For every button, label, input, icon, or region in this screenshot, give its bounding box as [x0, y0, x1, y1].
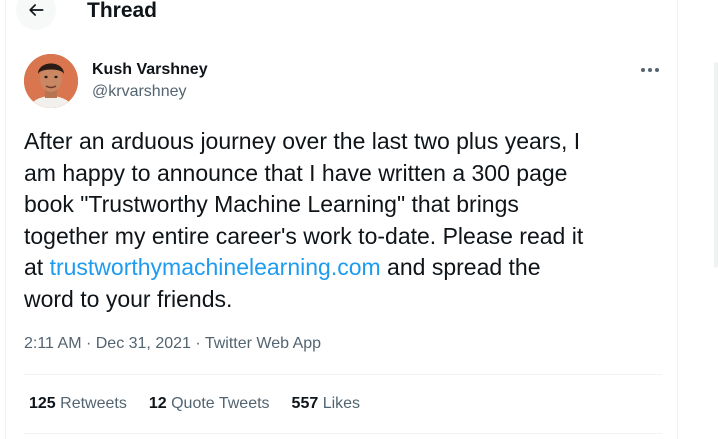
author-name[interactable]: Kush Varshney [92, 60, 208, 80]
tweet-time[interactable]: 2:11 AM [24, 335, 82, 352]
tweet-source[interactable]: Twitter Web App [205, 335, 321, 352]
separator-dot: · [190, 335, 205, 352]
back-button[interactable] [16, 0, 56, 30]
arrow-left-icon [26, 0, 46, 20]
tweet-text-fragment: at [24, 254, 50, 281]
likes-count: 557 [291, 395, 319, 412]
quote-tweets-count: 12 [148, 395, 167, 412]
tweet-text-line: After an arduous journey over the last t… [24, 128, 581, 154]
author-handle[interactable]: @krvarshney [92, 82, 187, 102]
tweet-text-line: word to your friends. [24, 285, 233, 312]
separator-dot: · [81, 335, 96, 352]
divider [24, 433, 662, 434]
quote-tweets-stat[interactable]: 12 Quote Tweets [149, 394, 270, 414]
more-horizontal-icon [640, 60, 660, 78]
tweet-text-line: am happy to announce that I have written… [24, 159, 568, 186]
page-title: Thread [87, 0, 158, 22]
tweet-date[interactable]: Dec 31, 2021 [96, 335, 191, 352]
retweets-stat[interactable]: 125 Retweets [29, 394, 127, 414]
retweets-count: 125 [29, 395, 56, 412]
tweet-text-line-with-link: at trustworthymachinelearning.com and sp… [24, 252, 674, 284]
tweet-metadata: 2:11 AM · Dec 31, 2021 · Twitter Web App [24, 334, 321, 354]
scrollbar[interactable] [714, 62, 718, 268]
tweet-text-line: book "Trustworthy Machine Learning" that… [24, 191, 519, 218]
likes-stat[interactable]: 557 Likes [292, 394, 361, 414]
main-column: Thread Kush Varshney @krvarshney After a… [5, 0, 678, 439]
tweet-text-fragment: and spread the [380, 254, 541, 281]
tweet-text-line: together my entire career's work to-date… [24, 222, 584, 249]
likes-label: Likes [322, 395, 361, 412]
quote-tweets-label: Quote Tweets [171, 395, 270, 412]
thread-header: Thread [6, 0, 677, 32]
avatar[interactable] [24, 54, 78, 108]
retweets-label: Retweets [60, 395, 127, 412]
engagement-stats: 125 Retweets 12 Quote Tweets 557 Likes [29, 394, 382, 414]
more-options-button[interactable] [632, 56, 668, 82]
page: Thread Kush Varshney @krvarshney After a… [0, 0, 718, 439]
divider [24, 374, 662, 375]
tweet-link[interactable]: trustworthymachinelearning.com [50, 254, 381, 280]
tweet-text: After an arduous journey over the last t… [24, 126, 674, 316]
